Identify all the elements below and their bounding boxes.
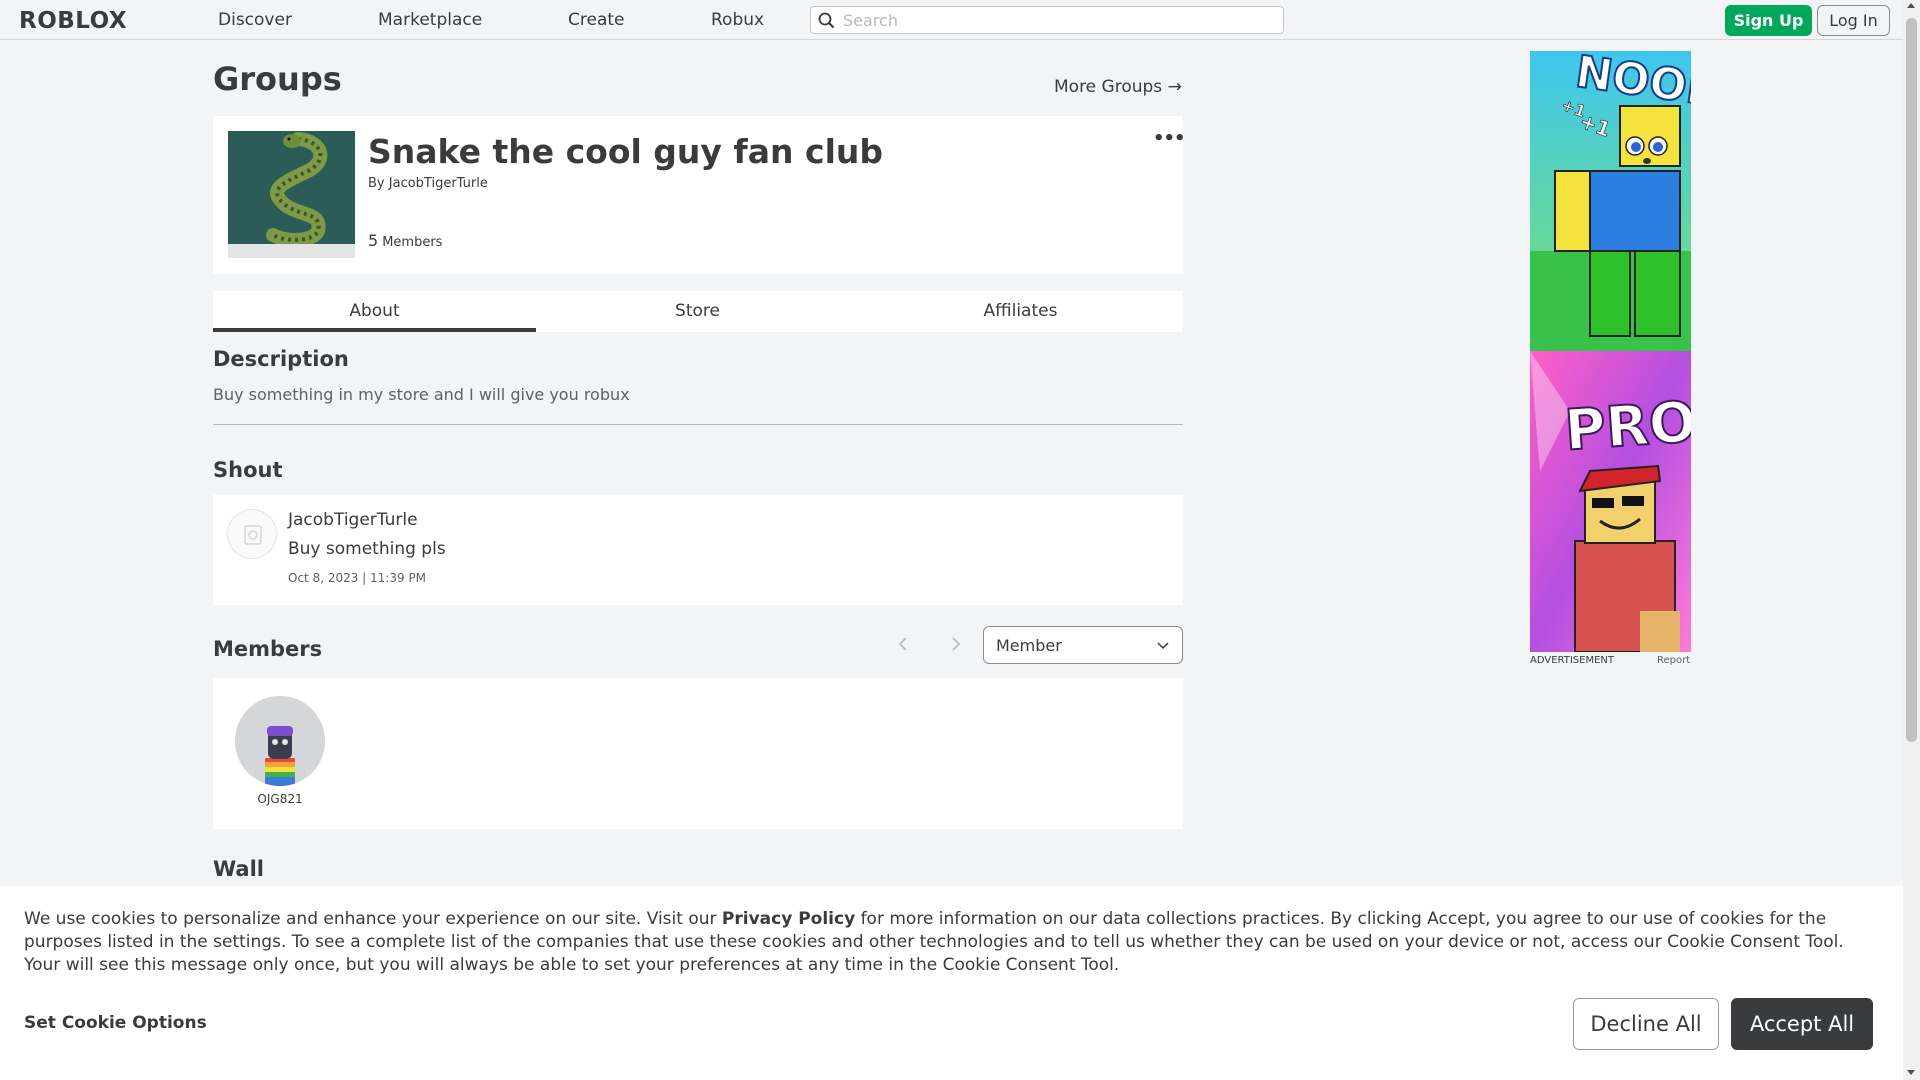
tab-store[interactable]: Store bbox=[536, 291, 859, 332]
avatar-placeholder-icon bbox=[244, 525, 262, 545]
shout-message: Buy something pls bbox=[288, 539, 446, 559]
member-avatar-art bbox=[235, 696, 325, 786]
more-groups-link[interactable]: More Groups → bbox=[1054, 77, 1182, 97]
group-owner-line: By JacobTigerTurle bbox=[368, 176, 488, 191]
shout-username[interactable]: JacobTigerTurle bbox=[288, 510, 418, 530]
set-cookie-options-link[interactable]: Set Cookie Options bbox=[24, 1013, 207, 1033]
log-in-button[interactable]: Log In bbox=[1817, 5, 1890, 36]
ad-report-link[interactable]: Report bbox=[1657, 655, 1690, 666]
members-heading: Members bbox=[213, 637, 323, 661]
group-tabs: About Store Affiliates bbox=[213, 291, 1183, 332]
chevron-right-icon[interactable] bbox=[948, 634, 964, 654]
scrollbar-thumb[interactable] bbox=[1906, 18, 1917, 742]
search-icon bbox=[818, 12, 835, 29]
advertisement-banner[interactable]: NOOB +1 +1 PRO bbox=[1530, 51, 1691, 652]
group-owner-link[interactable]: JacobTigerTurle bbox=[389, 176, 488, 191]
members-card: OJG821 bbox=[213, 678, 1183, 829]
member-count-value: 5 bbox=[368, 231, 379, 250]
snake-emblem-art bbox=[228, 131, 355, 247]
section-divider bbox=[213, 424, 1183, 425]
cookie-message: We use cookies to personalize and enhanc… bbox=[24, 908, 1884, 977]
ad-text-pro: PRO bbox=[1563, 390, 1691, 464]
search-input[interactable] bbox=[843, 10, 1273, 30]
tab-affiliates[interactable]: Affiliates bbox=[859, 291, 1182, 332]
advertisement-image: NOOB +1 +1 PRO bbox=[1530, 51, 1691, 652]
cookie-text-before: We use cookies to personalize and enhanc… bbox=[24, 909, 722, 929]
roblox-logo[interactable]: ROBLOX bbox=[19, 8, 127, 34]
description-text: Buy something in my store and I will giv… bbox=[213, 385, 630, 404]
group-name: Snake the cool guy fan club bbox=[368, 132, 884, 171]
top-navigation-bar: ROBLOX Discover Marketplace Create Robux… bbox=[0, 0, 1920, 40]
description-heading: Description bbox=[213, 347, 349, 371]
page-title: Groups bbox=[213, 60, 342, 98]
wall-heading: Wall bbox=[213, 857, 264, 881]
search-box bbox=[810, 6, 1284, 34]
scroll-up-icon[interactable] bbox=[1907, 3, 1915, 8]
sign-up-button[interactable]: Sign Up bbox=[1725, 5, 1812, 36]
member-name[interactable]: OJG821 bbox=[235, 792, 325, 806]
group-emblem-image bbox=[228, 131, 355, 258]
nav-marketplace[interactable]: Marketplace bbox=[378, 10, 482, 30]
advertisement-label: ADVERTISEMENT bbox=[1530, 655, 1615, 666]
decline-all-button[interactable]: Decline All bbox=[1573, 998, 1719, 1050]
shout-avatar[interactable] bbox=[227, 509, 277, 559]
scroll-down-icon[interactable] bbox=[1907, 1070, 1915, 1075]
shout-card: JacobTigerTurle Buy something pls Oct 8,… bbox=[213, 495, 1183, 605]
privacy-policy-link[interactable]: Privacy Policy bbox=[722, 909, 855, 929]
accept-all-button[interactable]: Accept All bbox=[1731, 998, 1873, 1050]
nav-discover[interactable]: Discover bbox=[218, 10, 292, 30]
role-dropdown-value: Member bbox=[996, 636, 1062, 655]
avatar[interactable] bbox=[235, 696, 325, 786]
shout-timestamp: Oct 8, 2023 | 11:39 PM bbox=[288, 571, 427, 585]
members-label: Members bbox=[382, 235, 443, 250]
tab-about[interactable]: About bbox=[213, 291, 536, 332]
more-dots-icon[interactable]: ••• bbox=[1153, 128, 1186, 149]
by-label: By bbox=[368, 176, 385, 191]
cookie-consent-banner: We use cookies to personalize and enhanc… bbox=[0, 886, 1903, 1080]
role-dropdown[interactable]: Member bbox=[983, 626, 1183, 664]
nav-robux[interactable]: Robux bbox=[711, 10, 764, 30]
shout-heading: Shout bbox=[213, 458, 283, 482]
nav-create[interactable]: Create bbox=[568, 10, 625, 30]
group-member-count: 5 Members bbox=[368, 231, 442, 250]
group-header-card: Snake the cool guy fan club By JacobTige… bbox=[213, 116, 1186, 274]
chevron-left-icon[interactable] bbox=[895, 634, 911, 654]
chevron-down-icon bbox=[1157, 642, 1169, 650]
page-scrollbar[interactable] bbox=[1903, 0, 1920, 1080]
